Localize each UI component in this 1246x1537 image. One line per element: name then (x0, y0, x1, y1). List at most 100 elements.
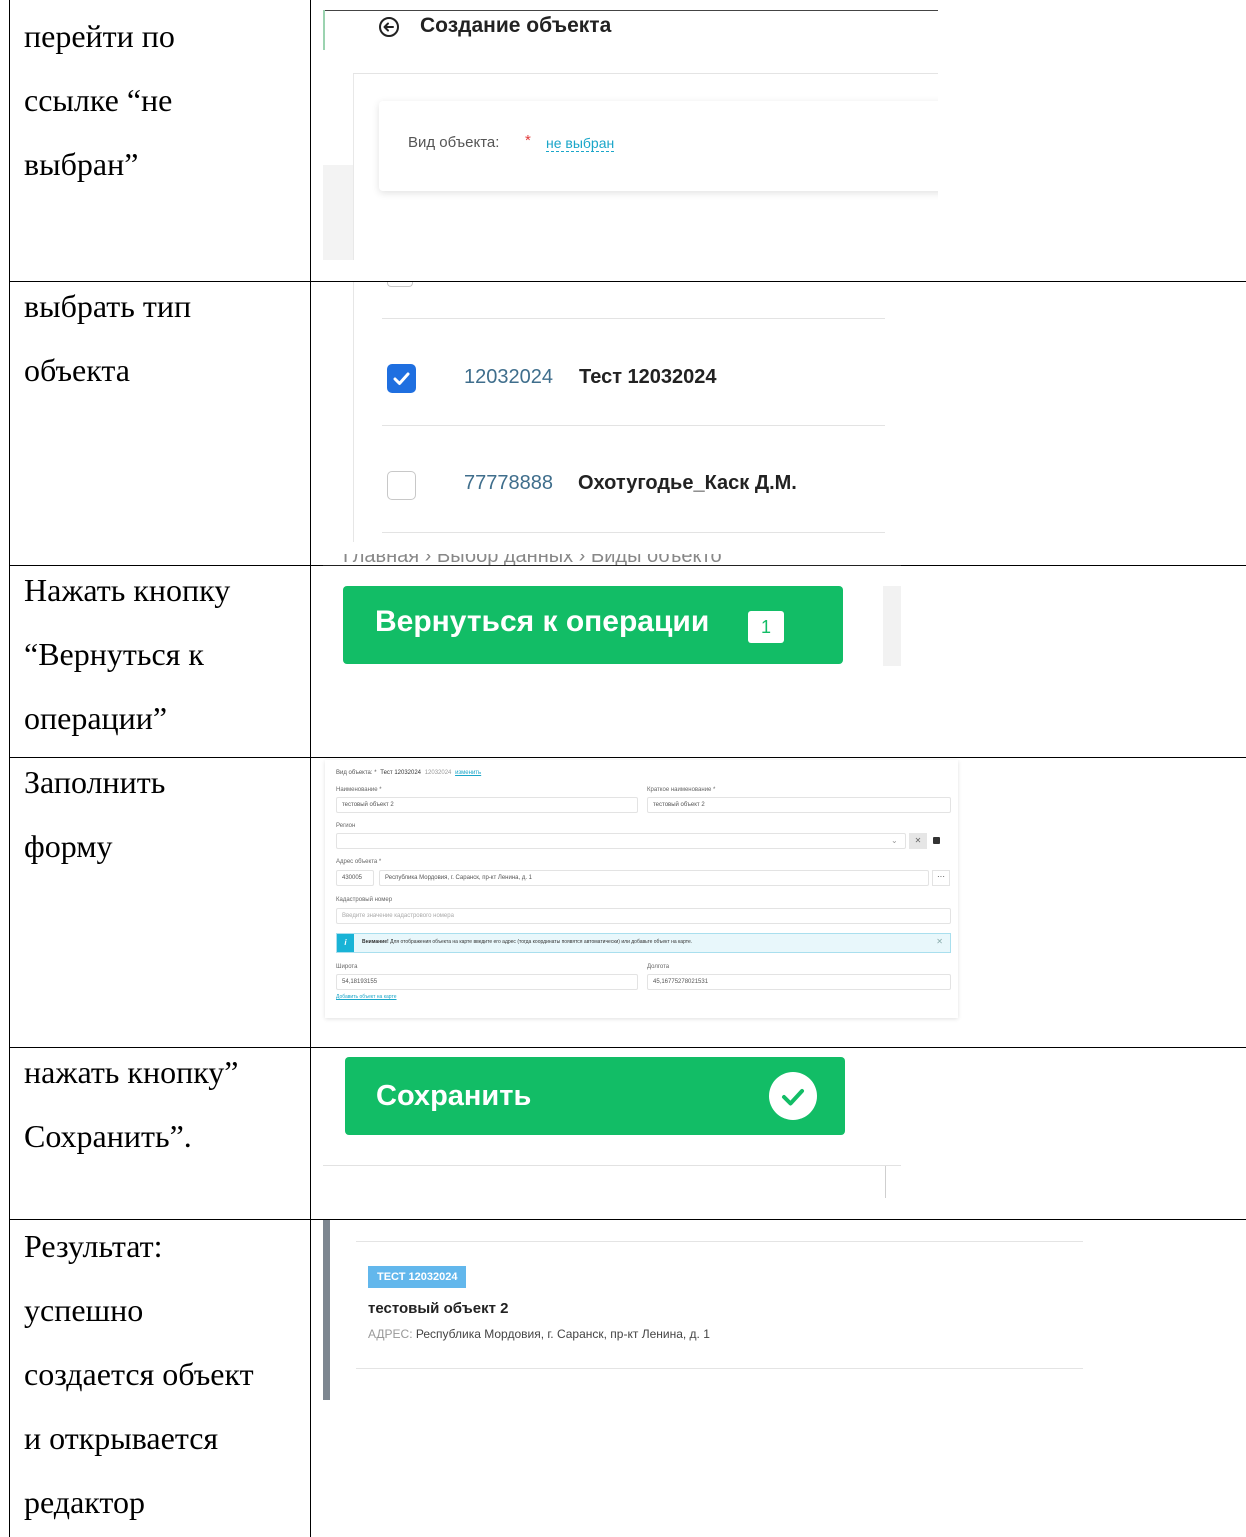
page-title: Создание объекта (420, 14, 612, 37)
left-accent-bar (323, 10, 325, 50)
object-type-code: 77778888 (464, 472, 553, 494)
object-name: тестовый объект 2 (368, 1300, 509, 1317)
name-input[interactable]: тестовый объект 2 (336, 797, 638, 813)
adjacent-panel (883, 586, 901, 666)
instruction-line: выбран” (24, 146, 139, 182)
not-selected-link[interactable]: не выбран (546, 135, 615, 152)
back-button[interactable] (378, 16, 400, 38)
list-left-rule (353, 282, 354, 542)
postcode-input[interactable]: 430005 (336, 870, 374, 886)
close-icon[interactable]: ✕ (936, 937, 943, 946)
notice-text: Внимание! Для отображения объекта на кар… (362, 939, 692, 945)
address-value: Республика Мордовия, г. Саранск, пр-кт Л… (415, 1327, 710, 1341)
header-rule (353, 73, 938, 74)
return-button-label: Вернуться к операции (375, 605, 710, 638)
region-select[interactable] (336, 833, 906, 849)
address-label: Адрес объекта * (336, 859, 382, 865)
object-type-tag: ТЕСТ 12032024 (368, 1266, 467, 1288)
left-gray-panel (323, 165, 353, 260)
instruction-line: Заполнить (24, 764, 166, 800)
more-options-button[interactable]: ··· (932, 870, 950, 886)
book-icon[interactable] (933, 837, 940, 844)
instruction-line: Сохранить”. (24, 1118, 192, 1154)
lower-divider (885, 1166, 886, 1198)
object-type-name: Тест 12032024 (579, 366, 717, 388)
instruction-line: перейти по (24, 18, 175, 54)
left-rule (353, 74, 354, 260)
instruction-cell-1: перейти по ссылке “не выбран” (24, 4, 304, 196)
instruction-line: Нажать кнопку (24, 572, 231, 608)
notice-message: Для отображения объекта на карте введите… (390, 939, 693, 945)
instruction-line: “Вернуться к (24, 636, 204, 672)
object-type-name: Охотугодье_Каск Д.М. (578, 472, 797, 494)
screenshot-save-button: Сохранить (323, 1048, 901, 1198)
short-name-label: Краткое наименование * (647, 787, 716, 793)
longitude-label: Долгота (647, 964, 670, 970)
instruction-line: объекта (24, 352, 130, 388)
latitude-input[interactable]: 54,18193155 (336, 974, 638, 990)
instruction-line: операции” (24, 700, 168, 736)
instruction-line: Результат: (24, 1228, 163, 1264)
cut-checkbox (387, 282, 413, 287)
screenshot-object-type-list: 12032024 Тест 12032024 77778888 Охотугод… (323, 282, 885, 542)
table-border-left (9, 0, 10, 1537)
latitude-label: Широта (336, 964, 358, 970)
cadastral-label: Кадастровый номер (336, 897, 393, 903)
instruction-cell-5: нажать кнопку” Сохранить”. (24, 1040, 304, 1168)
save-button[interactable]: Сохранить (345, 1057, 845, 1135)
cut-line (323, 565, 901, 566)
address-prefix: АДРЕС: (368, 1327, 413, 1341)
arrow-left-circle-icon (379, 17, 399, 37)
instruction-cell-2: выбрать тип объекта (24, 274, 304, 402)
form-kind-code: 12032024 (424, 770, 452, 776)
form-kind-change-link[interactable]: изменить (455, 770, 481, 776)
instruction-line: редактор (24, 1484, 145, 1520)
instruction-line: форму (24, 828, 113, 864)
instruction-line: выбрать тип (24, 288, 192, 324)
screenshot-object-form: Вид объекта: * Тест 12032024 12032024 из… (325, 760, 958, 1018)
top-edge (323, 10, 938, 11)
instruction-line: ссылке “не (24, 82, 173, 118)
list-item[interactable]: 12032024 Тест 12032024 (382, 319, 885, 425)
check-icon (393, 372, 410, 385)
list-item[interactable]: 77778888 Охотугодье_Каск Д.М. (382, 426, 885, 532)
result-bottom-rule (356, 1368, 1083, 1369)
instruction-cell-6: Результат: успешно создается объект и от… (24, 1214, 304, 1534)
name-label: Наименование * (336, 787, 382, 793)
chevron-down-icon[interactable]: ⌄ (891, 836, 898, 845)
instruction-line: нажать кнопку” (24, 1054, 239, 1090)
add-on-map-link[interactable]: Добавить объект на карте (336, 994, 397, 1000)
result-top-rule (356, 1241, 1083, 1242)
instruction-cell-4: Заполнить форму (24, 750, 304, 878)
form-kind-label: Вид объекта: * (336, 770, 377, 776)
lower-rule (323, 1165, 901, 1166)
operation-count-badge: 1 (748, 611, 784, 643)
object-address: АДРЕС: Республика Мордовия, г. Саранск, … (368, 1327, 710, 1341)
instruction-line: создается объект (24, 1356, 254, 1392)
checkbox-checked[interactable] (387, 364, 416, 393)
longitude-input[interactable]: 45,16775278021531 (647, 974, 951, 990)
instruction-cell-3: Нажать кнопку “Вернуться к операции” (24, 558, 304, 750)
region-label: Регион (336, 823, 356, 829)
table-column-divider (310, 0, 311, 1537)
screenshot-result: ТЕСТ 12032024 тестовый объект 2 АДРЕС: Р… (323, 1220, 1083, 1400)
object-type-code: 12032024 (464, 366, 553, 388)
short-name-input[interactable]: тестовый объект 2 (647, 797, 951, 813)
instruction-line: успешно (24, 1292, 144, 1328)
list-divider (382, 532, 885, 533)
screenshot-create-object: Создание объекта Вид объекта: * не выбра… (323, 10, 938, 260)
address-input[interactable]: Республика Мордовия, г. Саранск, пр-кт Л… (379, 870, 929, 886)
form-kind-line: Вид объекта: * Тест 12032024 12032024 из… (336, 770, 481, 776)
notice-bold: Внимание! (362, 939, 389, 945)
form-kind-value: Тест 12032024 (380, 770, 422, 776)
instruction-line: и открывается (24, 1420, 219, 1456)
cadastral-input[interactable]: Введите значение кадастрового номера (336, 908, 951, 924)
object-kind-card: Вид объекта: * не выбран (379, 101, 938, 191)
checkbox-unchecked[interactable] (387, 471, 416, 500)
result-left-bar (323, 1220, 330, 1400)
object-kind-label: Вид объекта: (408, 134, 500, 151)
return-to-operation-button[interactable]: Вернуться к операции 1 (343, 586, 843, 664)
map-notice: i Внимание! Для отображения объекта на к… (336, 933, 951, 953)
clear-region-button[interactable]: ✕ (909, 833, 927, 849)
check-circle-icon (768, 1071, 818, 1121)
